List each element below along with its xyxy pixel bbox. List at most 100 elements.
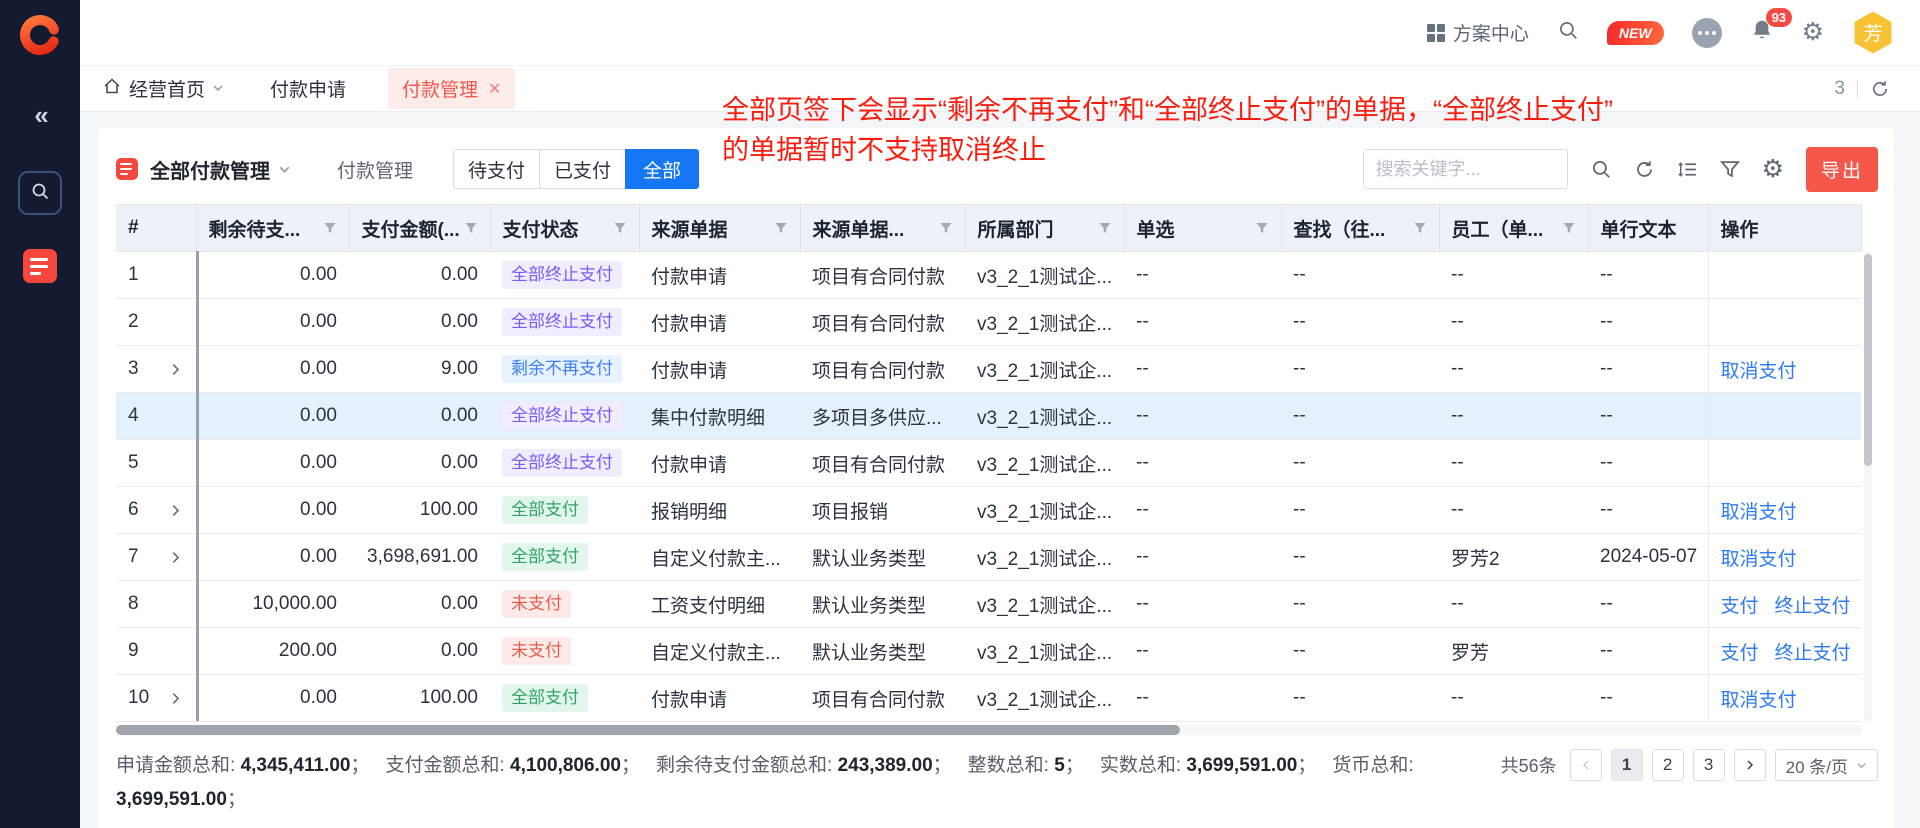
chevron-down-icon [1856, 760, 1867, 771]
row-height-icon[interactable] [1677, 159, 1698, 180]
action-link-取消支付[interactable]: 取消支付 [1721, 690, 1797, 711]
single-select-cell: -- [1124, 487, 1281, 534]
close-icon[interactable]: ✕ [488, 79, 501, 99]
single-select-cell: -- [1124, 252, 1281, 299]
text-cell: -- [1588, 628, 1708, 675]
sidebar-item-payment-app[interactable] [23, 249, 57, 283]
tab-payment-request[interactable]: 付款申请 [270, 75, 346, 102]
breadcrumb-home[interactable]: 经营首页 [102, 75, 224, 102]
expand-row-button[interactable] [169, 692, 182, 705]
sidebar-search-button[interactable] [18, 171, 62, 215]
row-number-cell: 8 [116, 581, 196, 628]
status-tab-待支付[interactable]: 待支付 [453, 149, 540, 189]
status-cell: 全部终止支付 [490, 393, 639, 440]
source-doc-cell: 集中付款明细 [639, 393, 800, 440]
filter-funnel-icon [1562, 221, 1576, 235]
actions-cell [1708, 252, 1861, 299]
table-row[interactable]: 40.000.00全部终止支付集中付款明细多项目多供应...v3_2_1测试企.… [116, 393, 1861, 440]
module-label[interactable]: 付款管理 [337, 156, 413, 183]
status-tab-全部[interactable]: 全部 [625, 149, 699, 189]
table-row[interactable]: 9200.000.00未支付自定义付款主...默认业务类型v3_2_1测试企..… [116, 628, 1861, 675]
table-row[interactable]: 20.000.00全部终止支付付款申请项目有合同付款v3_2_1测试企...--… [116, 299, 1861, 346]
page-buttons: 123 [1611, 749, 1725, 781]
column-header[interactable]: 来源单据... [800, 205, 965, 252]
page-button-3[interactable]: 3 [1693, 749, 1725, 781]
status-badge: 全部终止支付 [502, 449, 622, 477]
sidebar-collapse-icon[interactable]: « [34, 100, 45, 131]
page-button-1[interactable]: 1 [1611, 749, 1643, 781]
remaining-amount-cell: 200.00 [196, 628, 349, 675]
status-badge: 全部终止支付 [502, 402, 622, 430]
page-button-2[interactable]: 2 [1652, 749, 1684, 781]
solution-center-button[interactable]: 方案中心 [1427, 19, 1529, 46]
action-link-取消支付[interactable]: 取消支付 [1721, 549, 1797, 570]
prev-page-button[interactable] [1570, 749, 1602, 781]
home-icon [102, 76, 122, 102]
avatar[interactable]: 芳 [1852, 12, 1894, 54]
action-link-终止支付[interactable]: 终止支付 [1775, 596, 1851, 617]
action-link-取消支付[interactable]: 取消支付 [1721, 502, 1797, 523]
column-header[interactable]: 剩余待支... [196, 205, 349, 252]
frozen-column-divider[interactable] [196, 251, 199, 721]
status-badge: 全部支付 [502, 496, 588, 524]
export-button[interactable]: 导出 [1806, 147, 1878, 192]
next-page-button[interactable] [1734, 749, 1766, 781]
action-link-终止支付[interactable]: 终止支付 [1775, 643, 1851, 664]
column-header[interactable]: 支付金额(... [349, 205, 490, 252]
search-icon [30, 181, 50, 206]
table-row[interactable]: 100.00100.00全部支付付款申请项目有合同付款v3_2_1测试企...-… [116, 675, 1861, 722]
status-tab-group: 待支付已支付全部 [453, 149, 699, 189]
actions-cell: 支付终止支付 [1708, 628, 1861, 675]
table-row[interactable]: 810,000.000.00未支付工资支付明细默认业务类型v3_2_1测试企..… [116, 581, 1861, 628]
column-settings-gear-icon[interactable]: ⚙ [1762, 157, 1784, 182]
search-input[interactable] [1363, 149, 1568, 189]
source-doc-cell: 付款申请 [639, 252, 800, 299]
row-number-cell: 1 [116, 252, 196, 299]
column-header[interactable]: 所属部门 [965, 205, 1124, 252]
horizontal-scrollbar-track [116, 725, 1862, 735]
remaining-amount-cell: 10,000.00 [196, 581, 349, 628]
table-row[interactable]: 30.009.00剩余不再支付付款申请项目有合同付款v3_2_1测试企...--… [116, 346, 1861, 393]
expand-row-button[interactable] [169, 551, 182, 564]
message-icon[interactable] [1692, 18, 1722, 48]
table-row[interactable]: 70.003,698,691.00全部支付自定义付款主...默认业务类型v3_2… [116, 534, 1861, 581]
column-header[interactable]: 员工（单... [1439, 205, 1588, 252]
tab-payment-management-label[interactable]: 付款管理 [402, 75, 478, 102]
single-select-cell: -- [1124, 393, 1281, 440]
view-title-dropdown[interactable]: 全部付款管理 [150, 155, 291, 184]
remaining-amount-cell: 0.00 [196, 675, 349, 722]
actions-cell [1708, 299, 1861, 346]
action-link-支付[interactable]: 支付 [1721, 596, 1759, 617]
status-badge: 全部支付 [502, 543, 588, 571]
status-tab-已支付[interactable]: 已支付 [539, 149, 626, 189]
expand-row-button[interactable] [169, 504, 182, 517]
action-link-取消支付[interactable]: 取消支付 [1721, 361, 1797, 382]
filter-icon[interactable] [1720, 159, 1740, 179]
horizontal-scrollbar-thumb[interactable] [116, 725, 1180, 735]
notifications-button[interactable]: 93 [1750, 18, 1774, 47]
global-search-button[interactable] [1557, 19, 1579, 47]
tab-payment-management: 付款管理 ✕ [388, 68, 515, 109]
column-header[interactable]: 来源单据 [639, 205, 800, 252]
new-badge[interactable]: NEW [1607, 21, 1664, 45]
list-toolbar: 全部付款管理 付款管理 待支付已支付全部 [98, 128, 1894, 204]
actions-cell: 取消支付 [1708, 534, 1861, 581]
paid-amount-cell: 0.00 [349, 628, 490, 675]
table-row[interactable]: 10.000.00全部终止支付付款申请项目有合同付款v3_2_1测试企...--… [116, 252, 1861, 299]
search-icon[interactable] [1590, 158, 1612, 180]
expand-row-button[interactable] [169, 363, 182, 376]
vertical-scrollbar-thumb[interactable] [1864, 254, 1872, 466]
filter-funnel-icon [939, 221, 953, 235]
single-select-cell: -- [1124, 299, 1281, 346]
page-size-select[interactable]: 20 条/页 [1775, 749, 1878, 781]
column-header[interactable]: 单选 [1124, 205, 1281, 252]
action-link-支付[interactable]: 支付 [1721, 643, 1759, 664]
column-header[interactable]: 支付状态 [490, 205, 639, 252]
gear-icon[interactable]: ⚙ [1802, 20, 1824, 45]
table-row[interactable]: 60.00100.00全部支付报销明细项目报销v3_2_1测试企...-----… [116, 487, 1861, 534]
refresh-icon[interactable] [1634, 159, 1655, 180]
column-header[interactable]: 查找（往... [1281, 205, 1439, 252]
status-cell: 未支付 [490, 628, 639, 675]
refresh-icon[interactable] [1870, 79, 1890, 99]
table-row[interactable]: 50.000.00全部终止支付付款申请项目有合同付款v3_2_1测试企...--… [116, 440, 1861, 487]
